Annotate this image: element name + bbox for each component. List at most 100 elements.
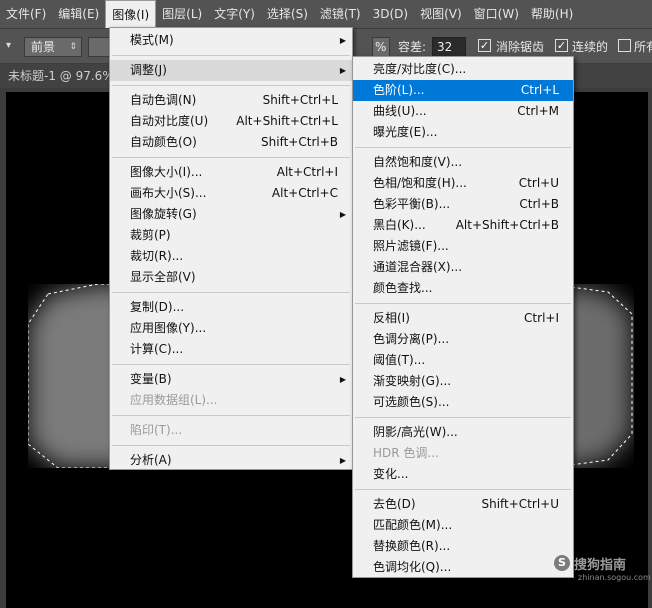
shortcut: Alt+Shift+Ctrl+L xyxy=(236,114,338,128)
menu-item-apply-data-set: 应用数据组(L)... xyxy=(130,393,218,407)
menu-item-auto-color[interactable]: 自动颜色(O) Shift+Ctrl+B xyxy=(110,132,352,153)
menu-item-variables[interactable]: 变量(B) ▶ xyxy=(110,369,352,390)
tolerance-input[interactable]: 32 xyxy=(432,37,466,57)
menu-separator xyxy=(112,445,350,446)
shortcut: Ctrl+U xyxy=(518,176,559,190)
menu-item-image-size[interactable]: 图像大小(I)... Alt+Ctrl+I xyxy=(110,162,352,183)
menu-item-auto-tone[interactable]: 自动色调(N) Shift+Ctrl+L xyxy=(110,90,352,111)
shortcut: Alt+Ctrl+I xyxy=(276,165,338,179)
submenu-arrow-icon: ▶ xyxy=(339,66,346,75)
menu-separator xyxy=(112,292,350,293)
menu-item-adjust[interactable]: 调整(J) ▶ xyxy=(110,60,352,81)
menu-separator xyxy=(112,415,350,416)
menu-item-channel-mixer[interactable]: 通道混合器(X)... xyxy=(353,257,573,278)
menu-item-brightness-contrast[interactable]: 亮度/对比度(C)... xyxy=(353,59,573,80)
shortcut: Shift+Ctrl+U xyxy=(481,497,559,511)
menu-item-color-balance[interactable]: 色彩平衡(B)... Ctrl+B xyxy=(353,194,573,215)
shortcut: Ctrl+M xyxy=(517,104,559,118)
menu-item-invert[interactable]: 反相(I) Ctrl+I xyxy=(353,308,573,329)
menu-item-threshold[interactable]: 阈值(T)... xyxy=(353,350,573,371)
menu-item-hue-saturation[interactable]: 色相/饱和度(H)... Ctrl+U xyxy=(353,173,573,194)
menu-separator xyxy=(355,489,571,490)
fill-source-select[interactable]: 前景 ⇕ xyxy=(24,37,82,57)
submenu-arrow-icon: ▶ xyxy=(339,36,346,45)
menu-item-gradient-map[interactable]: 渐变映射(G)... xyxy=(353,371,573,392)
shortcut: Ctrl+I xyxy=(524,311,559,325)
menu-item-desaturate[interactable]: 去色(D) Shift+Ctrl+U xyxy=(353,494,573,515)
menu-separator xyxy=(355,303,571,304)
menu-item-photo-filter[interactable]: 照片滤镜(F)... xyxy=(353,236,573,257)
all-layers-label: 所有 xyxy=(634,40,652,54)
submenu-arrow-icon: ▶ xyxy=(339,375,346,384)
pattern-picker[interactable] xyxy=(88,37,110,57)
all-layers-checkbox[interactable] xyxy=(618,39,631,52)
menu-item-auto-contrast[interactable]: 自动对比度(U) Alt+Shift+Ctrl+L xyxy=(110,111,352,132)
menu-item-black-white[interactable]: 黑白(K)... Alt+Shift+Ctrl+B xyxy=(353,215,573,236)
menu-item-trap: 陷印(T)... xyxy=(130,423,183,437)
menu-filter[interactable]: 滤镜(T) xyxy=(314,0,367,28)
sogou-logo-icon: S xyxy=(554,555,570,571)
menu-item-calculations[interactable]: 计算(C)... xyxy=(110,339,352,360)
menu-item-variations[interactable]: 变化... xyxy=(353,464,573,485)
menu-item-duplicate[interactable]: 复制(D)... xyxy=(110,297,352,318)
antialias-label: 消除锯齿 xyxy=(496,40,545,54)
fill-source-value: 前景 xyxy=(31,40,56,54)
menu-layer[interactable]: 图层(L) xyxy=(156,0,208,28)
menu-item-color-lookup[interactable]: 颜色查找... xyxy=(353,278,573,299)
menu-item-selective-color[interactable]: 可选颜色(S)... xyxy=(353,392,573,413)
menu-image[interactable]: 图像(I) xyxy=(105,0,157,28)
shortcut: Ctrl+L xyxy=(520,83,559,97)
menu-separator xyxy=(112,364,350,365)
menu-item-levels[interactable]: 色阶(L)... Ctrl+L xyxy=(353,80,573,101)
menu-item-curves[interactable]: 曲线(U)... Ctrl+M xyxy=(353,101,573,122)
menu-3d[interactable]: 3D(D) xyxy=(367,0,414,28)
menu-item-posterize[interactable]: 色调分离(P)... xyxy=(353,329,573,350)
menu-item-hdr-toning: HDR 色调... xyxy=(373,446,439,460)
menu-item-vibrance[interactable]: 自然饱和度(V)... xyxy=(353,152,573,173)
menu-item-equalize[interactable]: 色调均化(Q)... xyxy=(353,557,573,578)
document-tab[interactable]: 未标题-1 @ 97.6% xyxy=(8,64,114,88)
menu-item-exposure[interactable]: 曝光度(E)... xyxy=(353,122,573,143)
menu-item-crop[interactable]: 裁剪(P) xyxy=(110,225,352,246)
menu-help[interactable]: 帮助(H) xyxy=(525,0,579,28)
tool-preset-chevron-icon[interactable]: ▾ xyxy=(6,40,16,54)
menu-separator xyxy=(112,85,350,86)
antialias-checkbox[interactable]: ✓ xyxy=(478,39,491,52)
updown-chevron-icon: ⇕ xyxy=(69,42,77,52)
menu-item-shadows-highlights[interactable]: 阴影/高光(W)... xyxy=(353,422,573,443)
contiguous-checkbox[interactable]: ✓ xyxy=(555,39,568,52)
submenu-arrow-icon: ▶ xyxy=(339,456,346,465)
opacity-unit: % xyxy=(372,37,390,57)
tolerance-label: 容差: xyxy=(398,40,427,54)
menu-item-mode[interactable]: 模式(M) ▶ xyxy=(110,30,352,51)
menu-item-image-rotation[interactable]: 图像旋转(G) ▶ xyxy=(110,204,352,225)
menu-item-match-color[interactable]: 匹配颜色(M)... xyxy=(353,515,573,536)
menu-view[interactable]: 视图(V) xyxy=(414,0,468,28)
menu-item-analysis[interactable]: 分析(A) ▶ xyxy=(110,450,352,471)
menu-item-apply-image[interactable]: 应用图像(Y)... xyxy=(110,318,352,339)
watermark-domain: zhinan.sogou.com xyxy=(578,573,651,582)
shortcut: Alt+Shift+Ctrl+B xyxy=(455,218,559,232)
watermark-title: 搜狗指南 xyxy=(574,558,627,573)
menubar: 文件(F) 编辑(E) 图像(I) 图层(L) 文字(Y) 选择(S) 滤镜(T… xyxy=(0,0,652,28)
menu-separator xyxy=(355,417,571,418)
menu-separator xyxy=(112,55,350,56)
menu-separator xyxy=(112,157,350,158)
menu-item-trim[interactable]: 裁切(R)... xyxy=(110,246,352,267)
menu-type[interactable]: 文字(Y) xyxy=(208,0,261,28)
contiguous-label: 连续的 xyxy=(572,40,609,54)
shortcut: Ctrl+B xyxy=(519,197,559,211)
shortcut: Shift+Ctrl+L xyxy=(262,93,338,107)
menu-edit[interactable]: 编辑(E) xyxy=(52,0,105,28)
watermark: S 搜狗指南 zhinan.sogou.com xyxy=(554,554,651,584)
menu-separator xyxy=(355,147,571,148)
menu-file[interactable]: 文件(F) xyxy=(0,0,52,28)
image-menu-dropdown: 模式(M) ▶ 调整(J) ▶ 自动色调(N) Shift+Ctrl+L 自动对… xyxy=(109,27,353,470)
menu-select[interactable]: 选择(S) xyxy=(261,0,314,28)
menu-item-replace-color[interactable]: 替换颜色(R)... xyxy=(353,536,573,557)
submenu-arrow-icon: ▶ xyxy=(339,210,346,219)
menu-window[interactable]: 窗口(W) xyxy=(468,0,525,28)
menu-item-canvas-size[interactable]: 画布大小(S)... Alt+Ctrl+C xyxy=(110,183,352,204)
menu-item-reveal-all[interactable]: 显示全部(V) xyxy=(110,267,352,288)
adjustments-submenu: 亮度/对比度(C)... 色阶(L)... Ctrl+L 曲线(U)... Ct… xyxy=(352,56,574,578)
